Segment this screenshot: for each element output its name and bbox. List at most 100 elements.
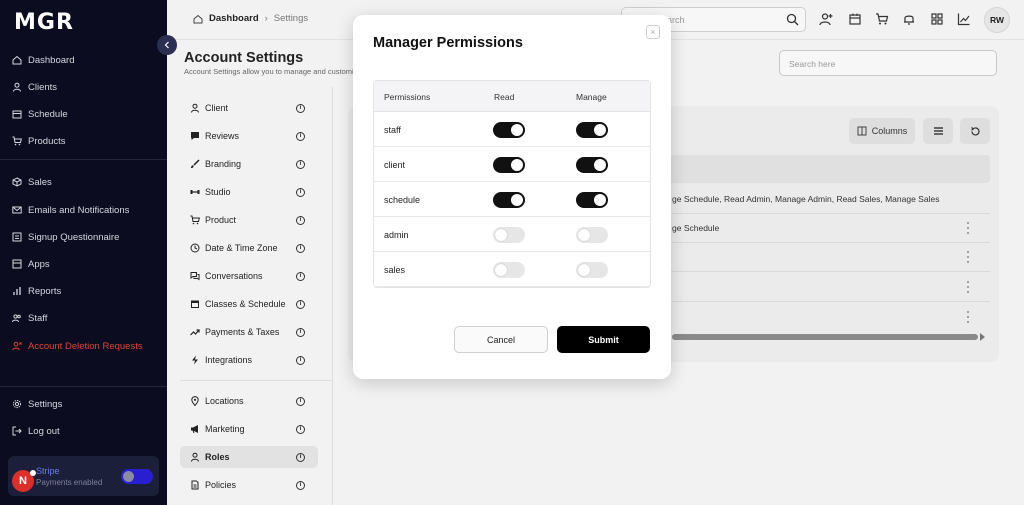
- row-menu-icon[interactable]: [966, 251, 970, 263]
- sidebar-item-dashboard[interactable]: Dashboard: [12, 52, 74, 68]
- review-icon: [191, 132, 199, 140]
- info-icon[interactable]: i: [296, 424, 305, 434]
- sidebar-item-emails[interactable]: Emails and Notifications: [12, 202, 129, 218]
- settings-item-locations[interactable]: Locations i: [180, 390, 318, 412]
- row-menu-icon[interactable]: [966, 222, 970, 234]
- table-divider: [660, 242, 990, 243]
- manage-toggle-schedule[interactable]: [576, 192, 608, 208]
- gear-icon: [12, 399, 22, 409]
- sidebar-item-staff[interactable]: Staff: [12, 310, 47, 326]
- info-icon[interactable]: i: [296, 299, 305, 309]
- info-icon[interactable]: i: [296, 159, 305, 169]
- settings-item-policies[interactable]: Policies i: [180, 474, 318, 496]
- scroll-right-arrow-icon[interactable]: [980, 333, 985, 341]
- grid-icon[interactable]: [930, 12, 944, 26]
- avatar[interactable]: RW: [984, 7, 1010, 33]
- location-pin-icon: [191, 396, 199, 406]
- sidebar-item-clients[interactable]: Clients: [12, 79, 57, 95]
- megaphone-icon: [191, 425, 198, 434]
- sidebar-item-logout[interactable]: Log out: [12, 423, 60, 439]
- manage-toggle-client[interactable]: [576, 157, 608, 173]
- breadcrumb-dashboard[interactable]: Dashboard: [209, 13, 259, 24]
- settings-item-studio[interactable]: Studio i: [180, 181, 318, 203]
- info-icon[interactable]: i: [296, 355, 305, 365]
- sidebar-item-reports[interactable]: Reports: [12, 283, 61, 299]
- sidebar-item-products[interactable]: Products: [12, 133, 66, 149]
- settings-item-label: Marketing: [205, 424, 245, 434]
- sidebar: MGR Dashboard Clients Schedule Products …: [0, 0, 167, 505]
- settings-item-date-time-zone[interactable]: Date & Time Zone i: [180, 237, 318, 259]
- manage-toggle-staff[interactable]: [576, 122, 608, 138]
- sidebar-item-account-deletion-requests[interactable]: Account Deletion Requests: [12, 338, 143, 354]
- info-icon[interactable]: i: [296, 327, 305, 337]
- table-row-permissions: ge Schedule: [672, 223, 720, 233]
- settings-item-roles[interactable]: Roles i: [180, 446, 318, 468]
- settings-item-reviews[interactable]: Reviews i: [180, 125, 318, 147]
- collapse-sidebar-button[interactable]: [157, 35, 177, 55]
- settings-item-classes-schedule[interactable]: Classes & Schedule i: [180, 293, 318, 315]
- logout-icon: [12, 426, 22, 436]
- info-icon[interactable]: i: [296, 215, 305, 225]
- settings-item-branding[interactable]: Branding i: [180, 153, 318, 175]
- trend-chart-icon[interactable]: [957, 12, 971, 26]
- table-divider: [660, 271, 990, 272]
- search-icon[interactable]: [786, 13, 799, 26]
- sidebar-item-signup-questionnaire[interactable]: Signup Questionnaire: [12, 229, 119, 245]
- stripe-toggle[interactable]: [121, 469, 153, 484]
- sidebar-item-sales[interactable]: Sales: [12, 174, 52, 190]
- settings-menu-divider: [180, 380, 333, 381]
- list-icon: [933, 127, 943, 135]
- columns-button[interactable]: Columns: [849, 118, 915, 144]
- sidebar-item-label: Staff: [28, 312, 48, 324]
- refresh-button[interactable]: [960, 118, 990, 144]
- bar-chart-icon: [13, 287, 21, 295]
- header-manage: Manage: [576, 92, 607, 102]
- read-toggle-staff[interactable]: [493, 122, 525, 138]
- bell-icon[interactable]: [902, 12, 916, 26]
- add-user-icon[interactable]: [819, 12, 833, 26]
- calendar-icon: [12, 110, 22, 119]
- sidebar-item-apps[interactable]: Apps: [12, 256, 50, 272]
- settings-item-marketing[interactable]: Marketing i: [180, 418, 318, 440]
- settings-item-client[interactable]: Client i: [180, 97, 318, 119]
- settings-item-payments-taxes[interactable]: Payments & Taxes i: [180, 321, 318, 343]
- calendar-icon[interactable]: [848, 12, 862, 26]
- settings-item-integrations[interactable]: Integrations i: [180, 349, 318, 371]
- row-menu-icon[interactable]: [966, 281, 970, 293]
- submit-button[interactable]: Submit: [557, 326, 650, 353]
- manage-toggle-admin[interactable]: [576, 227, 608, 243]
- breadcrumb-separator: ›: [264, 13, 268, 24]
- read-toggle-admin[interactable]: [493, 227, 525, 243]
- info-icon[interactable]: i: [296, 243, 305, 253]
- sidebar-item-schedule[interactable]: Schedule: [12, 106, 68, 122]
- info-icon[interactable]: i: [296, 480, 305, 490]
- list-view-button[interactable]: [923, 118, 953, 144]
- settings-item-product[interactable]: Product i: [180, 209, 318, 231]
- settings-item-conversations[interactable]: Conversations i: [180, 265, 318, 287]
- info-icon[interactable]: i: [296, 271, 305, 281]
- apps-icon: [12, 259, 22, 269]
- info-icon[interactable]: i: [296, 187, 305, 197]
- info-icon[interactable]: i: [296, 131, 305, 141]
- cancel-button[interactable]: Cancel: [454, 326, 548, 353]
- page-subtitle: Account Settings allow you to manage and…: [184, 67, 362, 76]
- page-search-input[interactable]: Search here: [779, 50, 997, 76]
- read-toggle-schedule[interactable]: [493, 192, 525, 208]
- home-icon: [12, 55, 22, 65]
- cart-icon[interactable]: [875, 12, 889, 26]
- home-icon: [193, 14, 203, 23]
- box-icon: [12, 177, 22, 187]
- close-icon[interactable]: ×: [646, 25, 660, 39]
- read-toggle-sales[interactable]: [493, 262, 525, 278]
- settings-item-label: Conversations: [205, 271, 263, 281]
- manage-toggle-sales[interactable]: [576, 262, 608, 278]
- info-icon[interactable]: i: [296, 103, 305, 113]
- info-icon[interactable]: i: [296, 396, 305, 406]
- horizontal-scrollbar[interactable]: [672, 334, 978, 340]
- settings-item-label: Integrations: [205, 355, 253, 365]
- read-toggle-client[interactable]: [493, 157, 525, 173]
- row-menu-icon[interactable]: [966, 311, 970, 323]
- info-icon[interactable]: i: [296, 452, 305, 462]
- dumbbell-icon: [190, 190, 200, 194]
- sidebar-item-settings[interactable]: Settings: [12, 396, 62, 412]
